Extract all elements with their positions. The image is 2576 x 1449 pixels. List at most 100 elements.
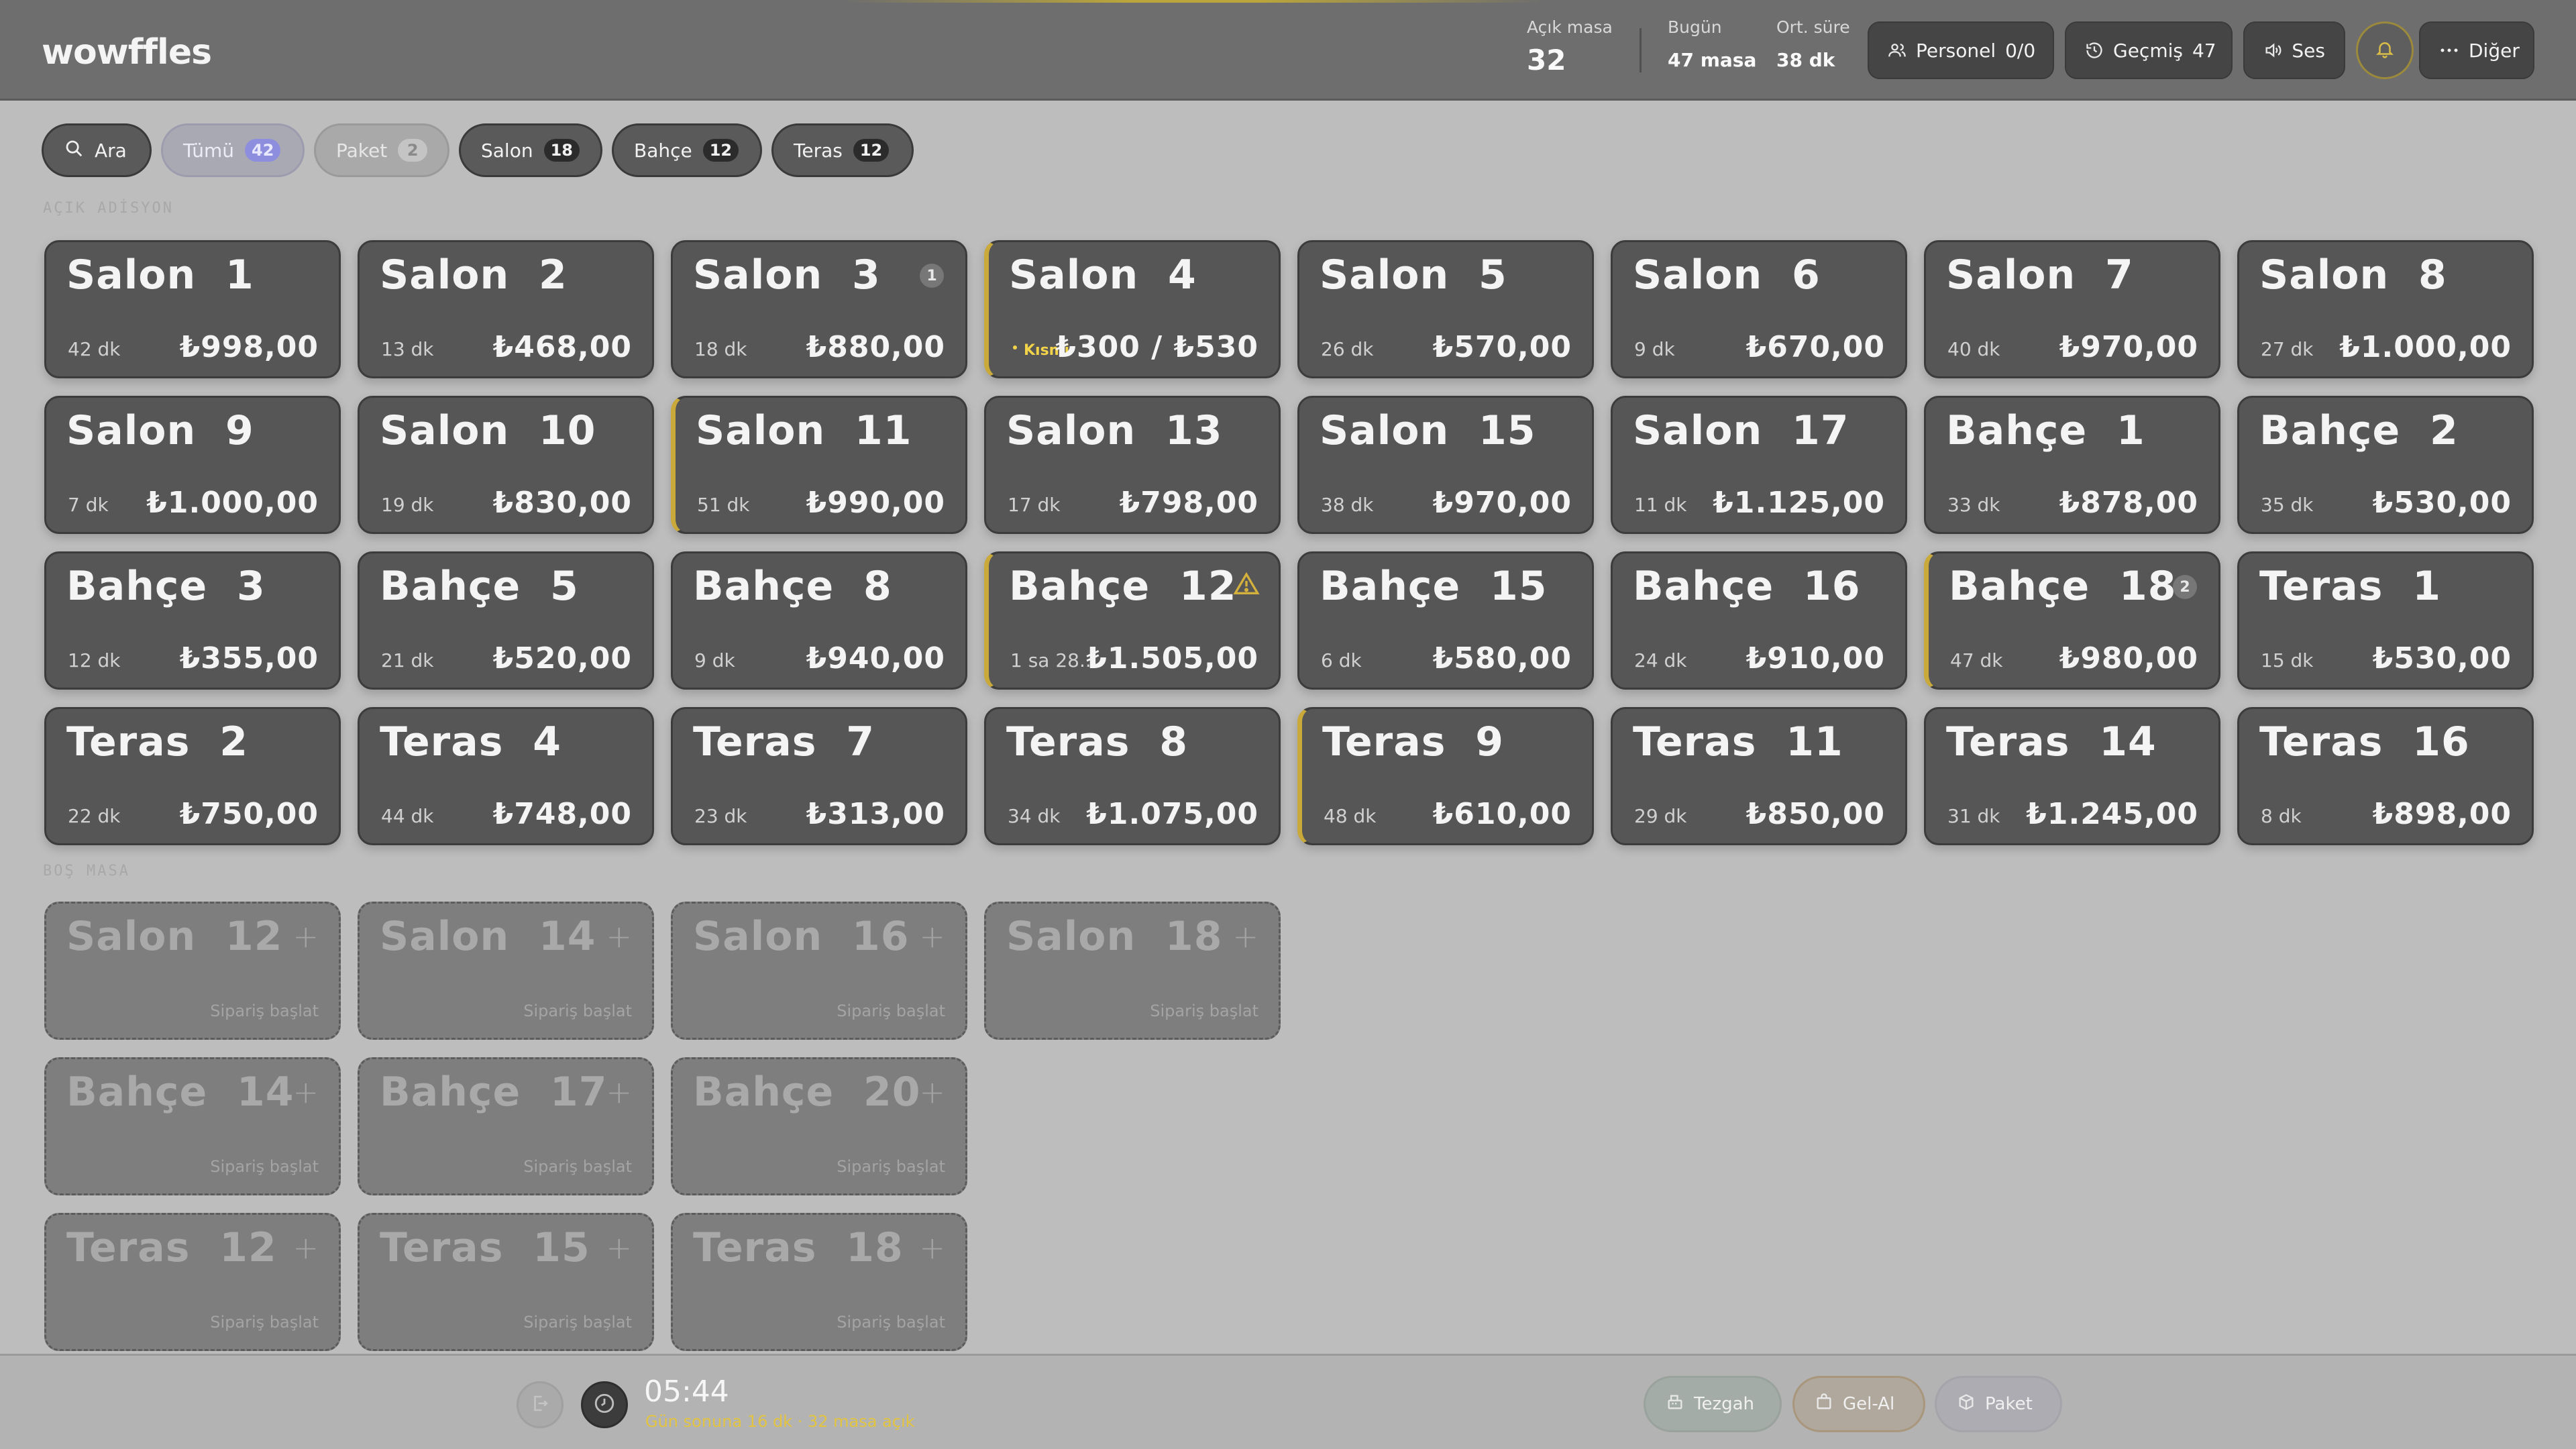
table-duration: 31 dk (1947, 805, 2000, 827)
table-card[interactable]: Bahçe 8 9 dk ₺940,00 (671, 551, 967, 690)
start-order-label: Sipariş başlat (523, 1157, 632, 1176)
table-card[interactable]: Salon 1 42 dk ₺998,00 (44, 240, 341, 378)
table-card[interactable]: Bahçe 1 33 dk ₺878,00 (1924, 396, 2220, 534)
empty-table-card[interactable]: Bahçe 17 + Sipariş başlat (358, 1057, 654, 1195)
table-name: Salon 8 (2259, 252, 2447, 299)
open-tables-label: Açık masa (1527, 17, 1613, 37)
table-duration: 7 dk (68, 494, 109, 516)
filter-chip-1[interactable]: Paket 2 (314, 123, 449, 177)
table-card[interactable]: Teras 11 29 dk ₺850,00 (1611, 707, 1907, 845)
plus-icon: + (606, 918, 632, 955)
more-dots-icon (2439, 40, 2459, 60)
table-name: Salon 6 (1633, 252, 1821, 299)
clock-icon (593, 1392, 616, 1417)
stat-divider (1640, 28, 1642, 72)
table-card[interactable]: Salon 7 40 dk ₺970,00 (1924, 240, 2220, 378)
table-card[interactable]: Teras 7 23 dk ₺313,00 (671, 707, 967, 845)
table-name: Salon 12 (66, 913, 283, 960)
empty-table-card[interactable]: Bahçe 20 + Sipariş başlat (671, 1057, 967, 1195)
start-order-label: Sipariş başlat (523, 1002, 632, 1020)
table-card[interactable]: Salon 8 27 dk ₺1.000,00 (2237, 240, 2534, 378)
table-duration: 12 dk (68, 649, 121, 672)
table-card[interactable]: Bahçe 18 47 dk ₺980,00 2 (1924, 551, 2220, 690)
filter-chip-label: Paket (336, 139, 388, 162)
table-duration: 35 dk (2261, 494, 2314, 516)
table-card[interactable]: Teras 8 34 dk ₺1.075,00 (984, 707, 1281, 845)
empty-table-card[interactable]: Salon 18 + Sipariş başlat (984, 902, 1281, 1040)
table-card[interactable]: Bahçe 3 12 dk ₺355,00 (44, 551, 341, 690)
table-card[interactable]: Teras 2 22 dk ₺750,00 (44, 707, 341, 845)
table-card[interactable]: Bahçe 2 35 dk ₺530,00 (2237, 396, 2534, 534)
filter-chip-4[interactable]: Teras 12 (771, 123, 914, 177)
empty-table-card[interactable]: Bahçe 14 + Sipariş başlat (44, 1057, 341, 1195)
table-name: Salon 7 (1946, 252, 2134, 299)
progress-line (845, 0, 1543, 3)
table-card[interactable]: Salon 15 38 dk ₺970,00 (1297, 396, 1594, 534)
filter-chip-0[interactable]: Tümü 42 (161, 123, 305, 177)
filter-chip-2[interactable]: Salon 18 (459, 123, 602, 177)
table-card[interactable]: Salon 17 11 dk ₺1.125,00 (1611, 396, 1907, 534)
notification-button[interactable] (2356, 21, 2414, 79)
table-card[interactable]: Salon 9 7 dk ₺1.000,00 (44, 396, 341, 534)
table-card[interactable]: Salon 4 Kısmi ₺300 / ₺530 (984, 240, 1281, 378)
empty-table-card[interactable]: Teras 12 + Sipariş başlat (44, 1213, 341, 1351)
table-card[interactable]: Teras 4 44 dk ₺748,00 (358, 707, 654, 845)
table-name: Teras 4 (380, 718, 561, 765)
search-button[interactable]: Ara (42, 123, 152, 177)
counter-button[interactable]: Tezgah (1644, 1376, 1782, 1432)
item-count-badge: 2 (2173, 575, 2197, 599)
table-card[interactable]: Salon 5 26 dk ₺570,00 (1297, 240, 1594, 378)
empty-table-card[interactable]: Teras 15 + Sipariş başlat (358, 1213, 654, 1351)
table-name: Salon 1 (66, 252, 254, 299)
filter-chip-3[interactable]: Bahçe 12 (612, 123, 762, 177)
table-amount: ₺530,00 (2372, 486, 2512, 520)
more-button[interactable]: Diğer (2419, 21, 2534, 79)
table-card[interactable]: Salon 11 51 dk ₺990,00 (671, 396, 967, 534)
table-card[interactable]: Salon 2 13 dk ₺468,00 (358, 240, 654, 378)
table-name: Salon 18 (1006, 913, 1223, 960)
empty-table-card[interactable]: Salon 12 + Sipariş başlat (44, 902, 341, 1040)
table-card[interactable]: Teras 14 31 dk ₺1.245,00 (1924, 707, 2220, 845)
table-name: Teras 15 (380, 1224, 590, 1271)
table-card[interactable]: Bahçe 16 24 dk ₺910,00 (1611, 551, 1907, 690)
table-card[interactable]: Salon 10 19 dk ₺830,00 (358, 396, 654, 534)
table-card[interactable]: Bahçe 5 21 dk ₺520,00 (358, 551, 654, 690)
table-card[interactable]: Salon 6 9 dk ₺670,00 (1611, 240, 1907, 378)
empty-table-card[interactable]: Salon 16 + Sipariş başlat (671, 902, 967, 1040)
table-name: Salon 2 (380, 252, 568, 299)
empty-table-card[interactable]: Teras 18 + Sipariş başlat (671, 1213, 967, 1351)
filter-chip-count: 2 (398, 139, 428, 162)
logout-button[interactable] (517, 1381, 564, 1428)
table-amount: ₺355,00 (179, 641, 319, 676)
start-order-label: Sipariş başlat (210, 1002, 319, 1020)
sound-button[interactable]: Ses (2243, 21, 2345, 79)
users-icon (1888, 40, 1907, 60)
table-amount: ₺580,00 (1432, 641, 1572, 676)
staff-button[interactable]: Personel 0/0 (1868, 21, 2054, 79)
table-card[interactable]: Bahçe 12 1 sa 28... ₺1.505,00 (984, 551, 1281, 690)
table-card[interactable]: Salon 13 17 dk ₺798,00 (984, 396, 1281, 534)
table-card[interactable]: Teras 9 48 dk ₺610,00 (1297, 707, 1594, 845)
plus-icon: + (919, 918, 945, 955)
table-card[interactable]: Bahçe 15 6 dk ₺580,00 (1297, 551, 1594, 690)
table-amount: ₺898,00 (2372, 797, 2512, 831)
today-stat: Bugün 47 masa (1668, 17, 1756, 71)
table-card[interactable]: Teras 1 15 dk ₺530,00 (2237, 551, 2534, 690)
plus-icon: + (606, 1074, 632, 1110)
empty-table-card[interactable]: Salon 14 + Sipariş başlat (358, 902, 654, 1040)
plus-icon: + (606, 1230, 632, 1266)
clock-button[interactable] (581, 1381, 628, 1428)
table-card[interactable]: Teras 16 8 dk ₺898,00 (2237, 707, 2534, 845)
takeaway-button[interactable]: Gel-Al (1792, 1376, 1925, 1432)
table-card[interactable]: Salon 3 18 dk ₺880,00 1 (671, 240, 967, 378)
package-button[interactable]: Paket (1935, 1376, 2062, 1432)
table-name: Salon 10 (380, 407, 596, 454)
table-name: Bahçe 5 (380, 563, 579, 610)
table-name: Teras 11 (1633, 718, 1843, 765)
history-button[interactable]: Geçmiş 47 (2065, 21, 2233, 79)
table-amount: ₺1.075,00 (1086, 797, 1258, 831)
table-amount: ₺1.505,00 (1086, 641, 1258, 676)
history-count: 47 (2192, 39, 2216, 62)
table-name: Salon 5 (1320, 252, 1507, 299)
table-amount: ₺940,00 (806, 641, 945, 676)
